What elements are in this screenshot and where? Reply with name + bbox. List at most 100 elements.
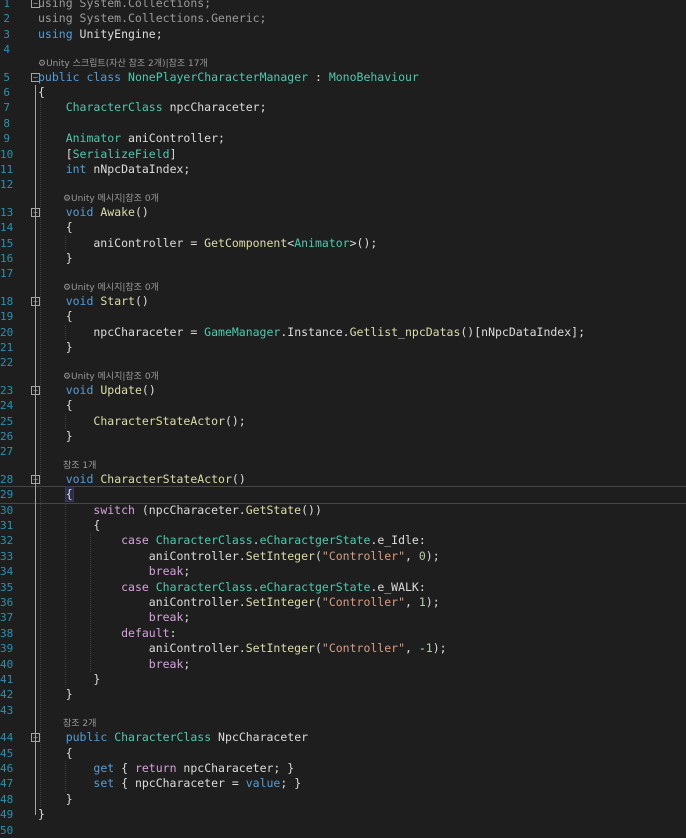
code-text: CharacterClass npcCharaceter; bbox=[38, 100, 267, 115]
code-line[interactable]: 50 bbox=[0, 823, 686, 838]
code-line[interactable]: 39 aniController.SetInteger("Controller"… bbox=[0, 641, 686, 656]
code-text: using System.Collections.Generic; bbox=[38, 11, 267, 26]
code-line[interactable]: 31 { bbox=[0, 518, 686, 533]
line-number: 2 bbox=[3, 12, 10, 26]
code-line[interactable]: 40 break; bbox=[0, 657, 686, 672]
code-line[interactable]: 11 int nNpcDataIndex; bbox=[0, 162, 686, 177]
code-line[interactable]: 3 using UnityEngine; bbox=[0, 27, 686, 42]
code-text: set { npcCharaceter = value; } bbox=[38, 776, 301, 791]
code-line[interactable]: 5− public class NonePlayerCharacterManage… bbox=[0, 70, 686, 85]
code-line[interactable]: 28− void CharacterStateActor() bbox=[0, 472, 686, 487]
code-line[interactable]: 38 default: bbox=[0, 626, 686, 641]
line-number: 36 bbox=[0, 596, 14, 609]
line-number: 4 bbox=[3, 43, 10, 57]
code-line[interactable]: 30 switch (npcCharaceter.GetState()) bbox=[0, 503, 686, 518]
code-line[interactable]: 4 bbox=[0, 42, 686, 57]
codelens-hint[interactable]: 참조 1개 bbox=[0, 460, 686, 472]
code-line[interactable]: 37 break; bbox=[0, 610, 686, 625]
code-line[interactable]: 29 { bbox=[0, 486, 686, 504]
code-token: MonoBehaviour bbox=[328, 69, 419, 84]
code-line[interactable]: 41 } bbox=[0, 672, 686, 687]
code-token: "Controller" bbox=[321, 548, 405, 563]
code-line[interactable]: 25 CharacterStateActor(); bbox=[0, 414, 686, 429]
code-line[interactable]: 45 { bbox=[0, 746, 686, 761]
line-number: 20 bbox=[0, 325, 14, 339]
code-line[interactable]: 46 get { return npcCharaceter; } bbox=[0, 761, 686, 776]
code-line[interactable]: 6{ bbox=[0, 85, 686, 100]
code-token: ; } bbox=[280, 776, 302, 791]
codelens-hint[interactable]: ⚙Unity 메시지|참조 0개 bbox=[0, 371, 686, 383]
indent-guide bbox=[64, 761, 66, 792]
codelens-text: ⚙Unity 메시지|참조 0개 bbox=[62, 371, 159, 382]
code-line[interactable]: 19 { bbox=[0, 309, 686, 324]
line-number: 41 bbox=[0, 673, 14, 686]
code-line[interactable]: 2 using System.Collections.Generic; bbox=[0, 11, 686, 26]
code-editor[interactable]: 1− using System.Collections; 2 using System… bbox=[0, 0, 686, 837]
code-line[interactable]: 27 bbox=[0, 444, 686, 459]
code-token: 0 bbox=[418, 548, 426, 563]
code-token: GetState bbox=[245, 502, 302, 517]
code-line[interactable]: 22 bbox=[0, 355, 686, 370]
code-line[interactable]: 44− public CharacterClass NpcCharaceter bbox=[0, 730, 686, 745]
code-line[interactable]: 16 } bbox=[0, 251, 686, 266]
line-number: 10 bbox=[0, 147, 14, 161]
code-line[interactable]: 43 bbox=[0, 703, 686, 718]
line-number: 47 bbox=[0, 777, 14, 791]
code-token: return bbox=[134, 761, 177, 775]
code-line[interactable]: 23− void Update() bbox=[0, 383, 686, 398]
code-token: nNpcDataIndex; bbox=[86, 162, 191, 176]
code-line[interactable]: 34 break; bbox=[0, 564, 686, 579]
code-text: int nNpcDataIndex; bbox=[38, 162, 191, 177]
codelens-hint[interactable]: ⚙Unity 메시지|참조 0개 bbox=[0, 282, 686, 294]
line-number: 50 bbox=[0, 823, 14, 837]
code-line[interactable]: 49} bbox=[0, 807, 686, 822]
code-token: , bbox=[405, 548, 419, 563]
line-number: 46 bbox=[0, 762, 14, 775]
code-line[interactable]: 12 bbox=[0, 177, 686, 192]
code-line[interactable]: 18− void Start() bbox=[0, 294, 686, 309]
code-line[interactable]: 32 case CharacterClass.eCharactgerState.… bbox=[0, 533, 686, 548]
code-token: 1 bbox=[425, 641, 433, 656]
code-token: using bbox=[38, 11, 73, 26]
code-line[interactable]: 24 { bbox=[0, 398, 686, 413]
line-number: 32 bbox=[0, 534, 14, 548]
code-token: () bbox=[141, 382, 156, 397]
codelens-hint[interactable]: 참조 2개 bbox=[0, 718, 686, 730]
code-line[interactable]: 33 aniController.SetInteger("Controller"… bbox=[0, 549, 686, 564]
codelens-hint[interactable]: ⚙Unity 메시지|참조 0개 bbox=[0, 193, 686, 205]
code-line[interactable]: 1− using System.Collections; bbox=[0, 0, 686, 11]
code-line[interactable]: 20 npcCharaceter = GameManager.Instance.… bbox=[0, 325, 686, 340]
code-line[interactable]: 13− void Awake() bbox=[0, 205, 686, 220]
code-line[interactable]: 8 bbox=[0, 116, 686, 131]
code-line[interactable]: 7 CharacterClass npcCharaceter; bbox=[0, 100, 686, 115]
code-token: . bbox=[252, 579, 260, 594]
code-line[interactable]: 36 aniController.SetInteger("Controller"… bbox=[0, 595, 686, 610]
code-token: CharacterClass bbox=[65, 100, 163, 115]
code-line[interactable]: 17 bbox=[0, 266, 686, 281]
code-line[interactable]: 9 Animator aniController; bbox=[0, 131, 686, 146]
code-line[interactable]: 14 { bbox=[0, 220, 686, 235]
code-text: npcCharaceter = GameManager.Instance.Get… bbox=[38, 325, 585, 340]
code-line[interactable]: 42 } bbox=[0, 687, 686, 702]
code-text: Animator aniController; bbox=[38, 131, 225, 146]
code-line[interactable]: 48 } bbox=[0, 792, 686, 807]
code-line[interactable]: 15 aniController = GetComponent<Animator… bbox=[0, 236, 686, 251]
code-line[interactable]: 10 [SerializeField] bbox=[0, 147, 686, 162]
code-token: NpcCharaceter bbox=[211, 730, 309, 745]
indent-guide bbox=[64, 324, 66, 340]
codelens-hint[interactable]: ⚙Unity 스크립트(자산 참조 2개)|참조 17개 bbox=[0, 58, 686, 70]
code-line[interactable]: 47 set { npcCharaceter = value; } bbox=[0, 776, 686, 791]
code-token: default bbox=[121, 625, 170, 640]
code-token: SetInteger bbox=[245, 548, 315, 563]
code-line[interactable]: 21 } bbox=[0, 340, 686, 355]
code-token: ; bbox=[183, 564, 191, 579]
code-token: [ bbox=[38, 146, 73, 161]
code-token: break bbox=[148, 564, 184, 579]
code-line[interactable]: 26 } bbox=[0, 429, 686, 444]
code-line[interactable]: 35 case CharacterClass.eCharactgerState.… bbox=[0, 580, 686, 595]
line-number: 6 bbox=[3, 86, 10, 99]
line-number: 28 bbox=[0, 472, 14, 486]
